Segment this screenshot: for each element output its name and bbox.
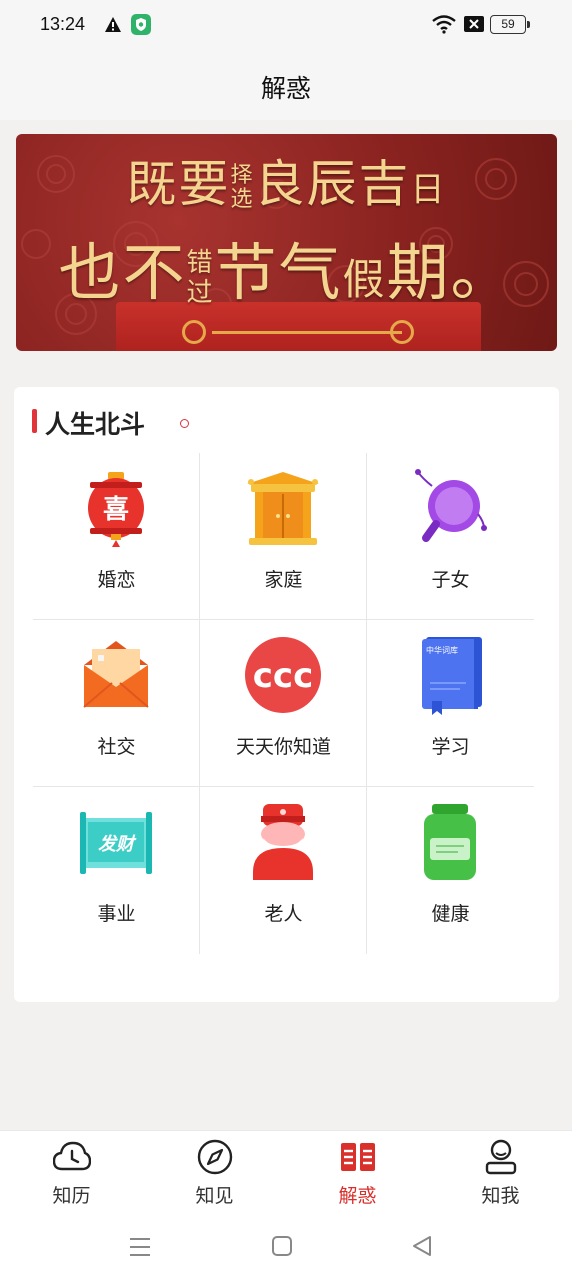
bottom-nav: 知历 知见 解惑 知我	[0, 1130, 572, 1216]
nav-label: 知历	[52, 1185, 91, 1207]
lantern-icon: 喜	[88, 472, 144, 547]
category-social[interactable]: 社交	[33, 620, 200, 787]
nav-item-profile[interactable]: 知我	[429, 1131, 572, 1217]
battery-icon: 59	[490, 15, 530, 34]
magnifier-icon	[415, 469, 487, 542]
open-book-icon	[341, 1143, 375, 1171]
clock-icon	[53, 1141, 91, 1171]
category-health[interactable]: 健康	[367, 787, 534, 954]
envelope-icon	[83, 641, 149, 708]
elder-icon	[253, 804, 313, 880]
status-bar: 13:24 59	[0, 0, 572, 52]
shield-icon	[131, 14, 151, 35]
life-guide-card: 人生北斗 喜 婚恋 家庭 子女 社交 ccc 天天你知道 中华词库 学习 发财 …	[14, 387, 559, 1002]
compass-icon	[197, 1139, 233, 1175]
back-icon[interactable]	[411, 1235, 433, 1257]
svg-text:发财: 发财	[98, 834, 137, 855]
category-label: 事业	[97, 903, 136, 925]
banner-ring-left	[182, 320, 206, 344]
category-label: 天天你知道	[235, 736, 331, 758]
category-family[interactable]: 家庭	[200, 453, 367, 620]
section-dot	[180, 419, 189, 428]
quote-icon: ccc	[245, 637, 321, 713]
category-label: 学习	[431, 736, 470, 758]
svg-text:中华词库: 中华词库	[426, 645, 458, 655]
page-title: 解惑	[260, 74, 311, 103]
category-grid: 喜 婚恋 家庭 子女 社交 ccc 天天你知道 中华词库 学习 发财 事业 老人…	[33, 453, 534, 954]
category-label: 社交	[97, 736, 136, 758]
category-daily-know[interactable]: ccc 天天你知道	[200, 620, 367, 787]
category-label: 子女	[431, 569, 470, 591]
svg-text:喜: 喜	[103, 495, 129, 525]
section-title: 人生北斗	[45, 410, 146, 439]
book-icon: 中华词库	[422, 637, 482, 715]
house-gate-icon	[247, 472, 319, 545]
nav-label: 知见	[195, 1185, 234, 1207]
promo-banner[interactable]: 既要择选良辰吉日 也不错过节气假期。	[16, 134, 557, 351]
status-time: 13:24	[40, 14, 86, 34]
category-career[interactable]: 发财 事业	[33, 787, 200, 954]
nav-item-answers[interactable]: 解惑	[286, 1131, 429, 1217]
jar-icon	[424, 804, 476, 880]
scroll-icon: 发财	[80, 812, 152, 874]
sim-x-icon	[464, 16, 484, 32]
banner-line-2: 也不错过节气假期。	[58, 236, 515, 309]
nav-item-insight[interactable]: 知见	[143, 1131, 286, 1217]
banner-line-1: 既要择选良辰吉日	[126, 155, 447, 213]
system-nav-bar	[0, 1216, 572, 1280]
home-icon[interactable]	[271, 1235, 293, 1257]
category-children[interactable]: 子女	[367, 453, 534, 620]
category-label: 老人	[264, 903, 303, 925]
nav-label: 解惑	[338, 1185, 377, 1207]
category-study[interactable]: 中华词库 学习	[367, 620, 534, 787]
battery-level: 59	[501, 17, 515, 31]
warning-icon	[105, 17, 121, 32]
category-marriage[interactable]: 喜 婚恋	[33, 453, 200, 620]
wifi-icon	[432, 15, 456, 34]
profile-icon	[485, 1139, 517, 1175]
category-elderly[interactable]: 老人	[200, 787, 367, 954]
svg-text:ccc: ccc	[253, 656, 313, 696]
nav-item-calendar[interactable]: 知历	[0, 1131, 143, 1217]
menu-icon[interactable]	[128, 1236, 152, 1258]
banner-cord	[212, 331, 402, 334]
category-label: 健康	[431, 903, 470, 925]
category-label: 婚恋	[97, 569, 136, 591]
title-bar: 解惑	[0, 52, 572, 120]
nav-label: 知我	[481, 1185, 520, 1207]
category-label: 家庭	[264, 569, 303, 591]
section-accent-bar	[32, 409, 37, 433]
